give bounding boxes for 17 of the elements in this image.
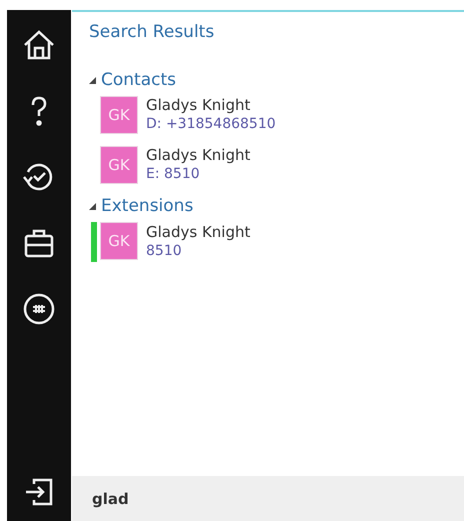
contact-name: Gladys Knight: [146, 96, 252, 115]
contact-name: Gladys Knight: [146, 146, 250, 165]
contact-name: Gladys Knight: [146, 223, 250, 242]
caret-icon: [89, 76, 96, 84]
contact-detail: 8510: [146, 242, 183, 261]
group-header[interactable]: Contacts: [89, 70, 176, 90]
search-field[interactable]: glad: [90, 488, 294, 508]
group-header[interactable]: Extensions: [89, 196, 194, 216]
home-icon[interactable]: [22, 28, 56, 62]
caret-icon: [89, 202, 96, 210]
avatar: GK: [100, 222, 138, 260]
contact-detail: E: 8510: [146, 165, 201, 184]
avatar: GK: [100, 146, 138, 184]
dialpad-icon[interactable]: [22, 292, 56, 326]
contact-detail: D: +31854868510: [146, 115, 276, 134]
avatar: GK: [100, 96, 138, 134]
section-title: Search Results: [89, 22, 216, 42]
